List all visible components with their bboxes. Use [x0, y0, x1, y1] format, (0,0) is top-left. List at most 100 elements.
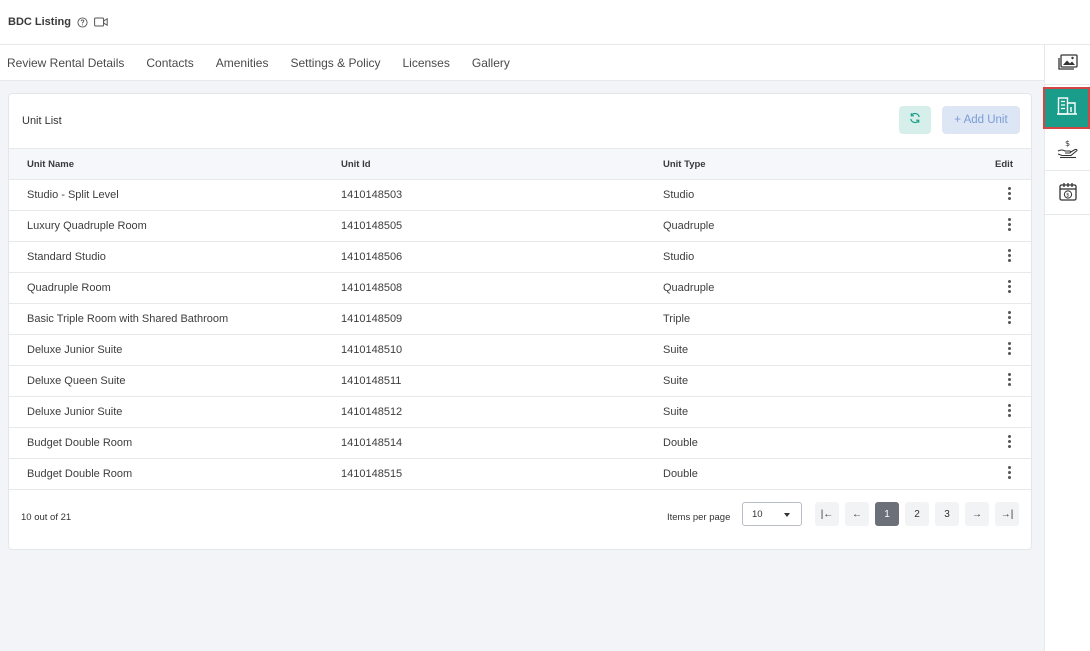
- sidebar-gallery-button[interactable]: [1045, 45, 1090, 85]
- table-row: Deluxe Junior Suite 1410148510 Suite: [9, 335, 1031, 366]
- unit-type-cell: Suite: [663, 406, 689, 418]
- more-options-icon[interactable]: [1005, 309, 1013, 326]
- table-row: Standard Studio 1410148506 Studio: [9, 242, 1031, 273]
- edit-cell: [963, 211, 1031, 242]
- page-2-button[interactable]: 2: [905, 502, 929, 526]
- column-header-unit-id[interactable]: Unit Id: [341, 149, 663, 180]
- items-per-page-select[interactable]: 10: [742, 502, 802, 526]
- svg-text:$: $: [1066, 193, 1070, 199]
- unit-id-cell: 1410148510: [341, 344, 403, 356]
- unit-id-cell: 1410148508: [341, 282, 403, 294]
- column-header-unit-type[interactable]: Unit Type: [663, 149, 963, 180]
- top-bar: BDC Listing: [0, 0, 1090, 45]
- more-options-icon[interactable]: [1005, 340, 1013, 357]
- tab-contacts[interactable]: Contacts: [146, 56, 193, 70]
- unit-name-cell: Standard Studio: [27, 251, 106, 263]
- unit-id-cell: 1410148514: [341, 437, 403, 449]
- first-page-button[interactable]: |←: [815, 502, 839, 526]
- more-options-icon[interactable]: [1005, 278, 1013, 295]
- unit-name-cell: Studio - Split Level: [27, 189, 119, 201]
- more-options-icon[interactable]: [1005, 402, 1013, 419]
- unit-name-cell: Deluxe Junior Suite: [27, 344, 123, 356]
- unit-id-cell: 1410148505: [341, 220, 403, 232]
- edit-cell: [963, 459, 1031, 490]
- table-row: Studio - Split Level 1410148503 Studio: [9, 180, 1031, 211]
- calendar-dollar-icon: $: [1058, 182, 1078, 207]
- unit-type-cell: Studio: [663, 251, 695, 263]
- unit-type-cell: Suite: [663, 375, 689, 387]
- unit-type-cell: Quadruple: [663, 282, 715, 294]
- more-options-icon[interactable]: [1005, 464, 1013, 481]
- unit-type-cell: Suite: [663, 344, 689, 356]
- next-page-button[interactable]: →: [965, 502, 989, 526]
- unit-name-cell: Basic Triple Room with Shared Bathroom: [27, 313, 229, 325]
- sidebar-units-button[interactable]: [1043, 87, 1090, 129]
- card-title: Unit List: [22, 115, 62, 127]
- page-3-button[interactable]: 3: [935, 502, 959, 526]
- sidebar-pricing-button[interactable]: $: [1045, 131, 1090, 171]
- last-page-button[interactable]: →|: [995, 502, 1019, 526]
- help-circle-icon[interactable]: [77, 16, 88, 28]
- table-row: Quadruple Room 1410148508 Quadruple: [9, 273, 1031, 304]
- right-sidebar: $ $: [1043, 45, 1090, 651]
- unit-name-cell: Deluxe Junior Suite: [27, 406, 123, 418]
- add-unit-button[interactable]: + Add Unit: [942, 106, 1020, 134]
- table-row: Deluxe Junior Suite 1410148512 Suite: [9, 397, 1031, 428]
- hand-dollar-icon: $: [1057, 137, 1079, 164]
- tab-licenses[interactable]: Licenses: [402, 56, 449, 70]
- unit-type-cell: Double: [663, 437, 698, 449]
- svg-text:$: $: [1065, 139, 1070, 148]
- table-header-row: Unit Name Unit Id Unit Type Edit: [9, 148, 1031, 180]
- table-row: Basic Triple Room with Shared Bathroom 14…: [9, 304, 1031, 335]
- tab-settings-policy[interactable]: Settings & Policy: [290, 56, 380, 70]
- unit-name-cell: Quadruple Room: [27, 282, 111, 294]
- chevron-down-icon: [784, 513, 790, 517]
- tab-bar: Review Rental Details Contacts Amenities…: [0, 45, 1044, 81]
- prev-page-button[interactable]: ←: [845, 502, 869, 526]
- unit-id-cell: 1410148503: [341, 189, 403, 201]
- edit-cell: [963, 242, 1031, 273]
- building-units-icon: [1056, 96, 1077, 120]
- more-options-icon[interactable]: [1005, 371, 1013, 388]
- unit-list-card: Unit List + Add Unit Unit Name Unit Id U…: [8, 93, 1032, 550]
- unit-id-cell: 1410148506: [341, 251, 403, 263]
- record-count: 10 out of 21: [21, 511, 72, 523]
- unit-type-cell: Triple: [663, 313, 691, 325]
- edit-cell: [963, 273, 1031, 304]
- refresh-icon: [909, 111, 921, 129]
- video-camera-icon[interactable]: [94, 17, 108, 27]
- column-header-edit: Edit: [995, 158, 1013, 170]
- edit-cell: [963, 397, 1031, 428]
- table-row: Luxury Quadruple Room 1410148505 Quadruple: [9, 211, 1031, 242]
- tab-amenities[interactable]: Amenities: [216, 56, 269, 70]
- unit-name-cell: Deluxe Queen Suite: [27, 375, 126, 387]
- unit-id-cell: 1410148511: [341, 375, 402, 387]
- table-row: Deluxe Queen Suite 1410148511 Suite: [9, 366, 1031, 397]
- tab-review-rental-details[interactable]: Review Rental Details: [7, 56, 124, 70]
- tab-gallery[interactable]: Gallery: [472, 56, 510, 70]
- gallery-image-icon: [1058, 54, 1078, 75]
- unit-id-cell: 1410148515: [341, 468, 403, 480]
- pagination-bar: 10 out of 21 Items per page 10 |← ← 1 2 …: [9, 499, 1031, 535]
- items-per-page-label: Items per page: [667, 511, 731, 523]
- column-header-unit-name[interactable]: Unit Name: [9, 149, 341, 180]
- unit-table: Unit Name Unit Id Unit Type Edit Studio …: [9, 148, 1031, 490]
- card-header: Unit List + Add Unit: [9, 94, 1031, 148]
- refresh-button[interactable]: [899, 106, 931, 134]
- more-options-icon[interactable]: [1005, 247, 1013, 264]
- unit-name-cell: Luxury Quadruple Room: [27, 220, 147, 232]
- unit-type-cell: Studio: [663, 189, 695, 201]
- unit-type-cell: Quadruple: [663, 220, 715, 232]
- edit-cell: [963, 366, 1031, 397]
- page-title: BDC Listing: [8, 16, 71, 28]
- table-row: Budget Double Room 1410148514 Double: [9, 428, 1031, 459]
- unit-type-cell: Double: [663, 468, 698, 480]
- items-per-page-value: 10: [752, 508, 763, 520]
- sidebar-calendar-button[interactable]: $: [1045, 175, 1090, 215]
- more-options-icon[interactable]: [1005, 185, 1013, 202]
- more-options-icon[interactable]: [1005, 433, 1013, 450]
- unit-name-cell: Budget Double Room: [27, 468, 133, 480]
- page-1-button[interactable]: 1: [875, 502, 899, 526]
- unit-id-cell: 1410148512: [341, 406, 403, 418]
- more-options-icon[interactable]: [1005, 216, 1013, 233]
